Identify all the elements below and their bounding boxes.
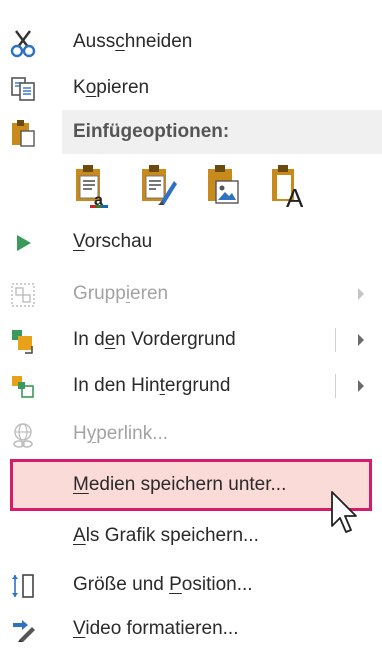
clipboard-icon [8,118,38,148]
format-video-icon [8,615,38,645]
submenu-arrow-icon[interactable] [358,334,364,346]
play-icon [8,228,38,258]
menu-item-label: Medien speichern unter... [73,474,287,495]
menu-item-hyperlink[interactable]: Hyperlink... [0,412,382,456]
submenu-divider [335,374,336,398]
menu-item-format-video[interactable]: Video formatieren... [0,607,382,651]
menu-item-label: Hyperlink... [73,423,169,444]
svg-text:A: A [286,183,304,209]
menu-item-label: In den Hintergrund [73,375,231,396]
menu-item-label: Kopieren [73,77,150,98]
menu-item-bring-forward[interactable]: In den Vordergrund [0,318,382,362]
menu-item-save-as-picture[interactable]: Als Grafik speichern... [0,514,382,558]
paste-picture-icon[interactable] [202,163,246,209]
paste-options-label: Einfügeoptionen: [73,121,230,142]
menu-item-label: Größe und Position... [73,574,253,595]
menu-item-label: Video formatieren... [73,618,239,639]
menu-item-copy[interactable]: Kopieren [0,66,382,110]
menu-item-group[interactable]: Gruppieren [0,272,382,316]
menu-item-send-backward[interactable]: In den Hintergrund [0,364,382,408]
menu-item-label: In den Vordergrund [73,329,236,350]
menu-item-label: Gruppieren [73,283,169,304]
group-icon [8,280,38,310]
submenu-arrow-icon [358,288,364,300]
paste-keep-source-formatting-icon[interactable]: a [70,163,114,209]
menu-item-save-media[interactable]: Medien speichern unter... [10,459,372,511]
submenu-divider [335,328,336,352]
bring-to-front-icon [8,326,38,356]
submenu-arrow-icon[interactable] [358,380,364,392]
scissors-icon [8,28,38,58]
mouse-pointer-icon [330,490,362,538]
hyperlink-globe-icon [8,420,38,450]
menu-item-label: Vorschau [73,231,153,252]
menu-item-cut[interactable]: Ausschneiden [0,20,382,64]
paste-text-only-icon[interactable]: A [268,163,312,213]
menu-item-label: Als Grafik speichern... [73,525,259,546]
context-menu: Ausschneiden Kopieren Einfügeoptionen: a… [0,0,382,651]
menu-item-label: Ausschneiden [73,31,193,52]
paste-options-label-bar: Einfügeoptionen: [62,110,382,154]
menu-item-preview[interactable]: Vorschau [0,220,382,264]
copy-icon [8,74,38,104]
send-to-back-icon [8,372,38,402]
size-position-icon [8,571,38,601]
paste-options-buttons: a A [62,157,382,215]
menu-item-size-position[interactable]: Größe und Position... [0,563,382,607]
paste-use-destination-theme-icon[interactable] [136,163,180,209]
